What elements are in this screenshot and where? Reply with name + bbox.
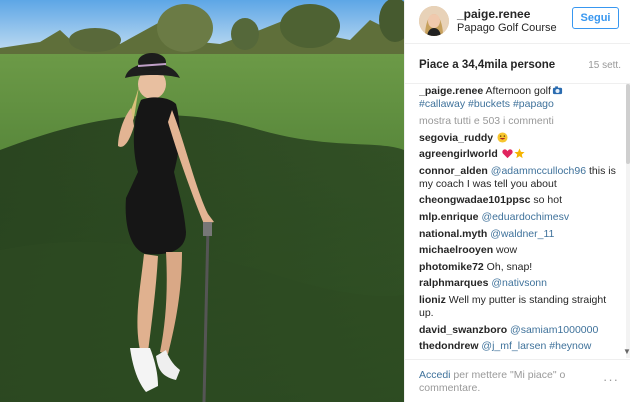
likes-row: Piace a 34,4mila persone 15 sett. xyxy=(405,44,630,84)
caption-text: Afternoon golf xyxy=(485,85,551,97)
comment-text: wow xyxy=(493,244,518,257)
comment-text: so hot xyxy=(530,194,562,207)
caption: _paige.renee Afternoon golf #callaway #b… xyxy=(419,85,621,111)
comment-username[interactable]: national.myth xyxy=(419,228,487,240)
post-timestamp[interactable]: 15 sett. xyxy=(588,60,621,71)
comment-mention[interactable]: @waldner_11 xyxy=(490,228,554,240)
comment-item: mlp.enrique @eduardochimesv xyxy=(419,211,621,224)
comment-mention[interactable]: @j_mf_larsen #heynow xyxy=(481,340,591,352)
comments-scrollbar[interactable] xyxy=(626,84,630,358)
heart-emoji-icon xyxy=(502,149,513,159)
comment-item: connor_alden @adammcculloch96 this is my… xyxy=(419,165,621,191)
comment-item: lioniz Well my putter is standing straig… xyxy=(419,294,621,320)
post-location[interactable]: Papago Golf Course xyxy=(457,22,557,34)
comment-username[interactable]: mlp.enrique xyxy=(419,211,479,223)
comment-mention[interactable]: @nativsonn xyxy=(491,277,547,289)
comment-text: Oh, snap! xyxy=(483,260,533,273)
comment-item: segovia_ruddy xyxy=(419,132,621,145)
comment-username[interactable]: lioniz xyxy=(419,294,446,306)
scroll-down-arrow-icon[interactable]: ▼ xyxy=(623,347,630,356)
grinning-face-emoji-icon xyxy=(497,132,508,143)
post-sidebar: _paige.renee Papago Golf Course Segui Pi… xyxy=(404,0,630,402)
golf-course-photo xyxy=(0,0,404,402)
comment-item: david_swanzboro @samiam1000000 xyxy=(419,324,621,337)
comment-username[interactable]: segovia_ruddy xyxy=(419,132,493,144)
comment-username[interactable]: agreengirlworld xyxy=(419,148,498,160)
caption-hashtags[interactable]: #callaway #buckets #papago xyxy=(419,98,554,110)
comment-username[interactable]: connor_alden xyxy=(419,165,488,177)
follow-button[interactable]: Segui xyxy=(572,7,619,29)
comment-username[interactable]: michaelrooyen xyxy=(419,244,493,256)
caption-username[interactable]: _paige.renee xyxy=(419,85,483,97)
comment-item: photomike72 Oh, snap! xyxy=(419,261,621,274)
scrollbar-thumb[interactable] xyxy=(626,84,630,164)
login-link[interactable]: Accedi xyxy=(419,369,451,381)
comment-item: agreengirlworld xyxy=(419,148,621,161)
camera-emoji-icon xyxy=(552,86,563,95)
star-emoji-icon xyxy=(514,148,525,159)
comment-username[interactable]: david_swanzboro xyxy=(419,324,507,336)
post-owner-username[interactable]: _paige.renee xyxy=(457,7,530,21)
comment-item: michaelrooyen wow xyxy=(419,244,621,257)
comments-list[interactable]: _paige.renee Afternoon golf #callaway #b… xyxy=(419,85,621,357)
comment-username[interactable]: photomike72 xyxy=(419,261,484,273)
profile-photo-icon xyxy=(419,6,449,36)
load-more-comments[interactable]: mostra tutti e 503 i commenti xyxy=(419,115,621,128)
more-options-icon[interactable]: ··· xyxy=(603,372,619,387)
post-header: _paige.renee Papago Golf Course Segui xyxy=(405,0,630,44)
comment-text: Well my putter is standing straight up. xyxy=(419,293,607,319)
login-prompt: Accedi per mettere "Mi piace" o commenta… xyxy=(419,369,579,395)
comment-username[interactable]: cheongwadae101ppsc xyxy=(419,194,530,206)
comment-item: thedondrew @j_mf_larsen #heynow xyxy=(419,340,621,353)
comment-username[interactable]: thedondrew xyxy=(419,340,479,352)
avatar[interactable] xyxy=(419,6,449,36)
comment-mention[interactable]: @samiam1000000 xyxy=(510,324,598,336)
comment-item: cheongwadae101ppsc so hot xyxy=(419,194,621,207)
comment-username[interactable]: ralphmarques xyxy=(419,277,488,289)
likes-count: Piace a 34,4mila persone xyxy=(419,59,556,71)
instagram-post: _paige.renee Papago Golf Course Segui Pi… xyxy=(0,0,630,402)
comment-mention[interactable]: @eduardochimesv xyxy=(481,211,569,223)
comment-item: ralphmarques @nativsonn xyxy=(419,277,621,290)
post-footer: Accedi per mettere "Mi piace" o commenta… xyxy=(405,359,630,402)
post-photo[interactable] xyxy=(0,0,404,402)
comment-mention[interactable]: @adammcculloch96 xyxy=(491,165,586,177)
comment-item: national.myth @waldner_11 xyxy=(419,228,621,241)
